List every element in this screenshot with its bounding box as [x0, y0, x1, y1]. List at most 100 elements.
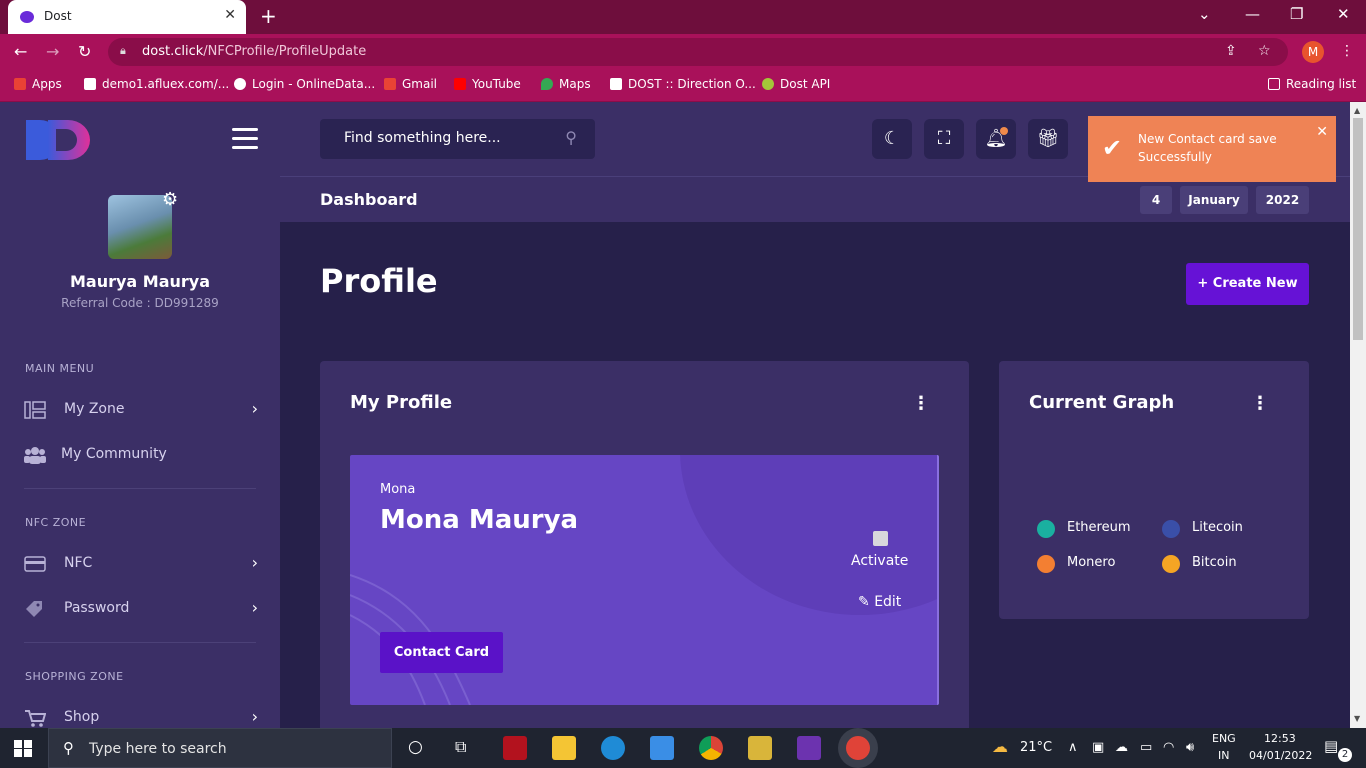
divider — [24, 488, 256, 489]
tab-search-chevron-icon[interactable]: ⌄ — [1198, 5, 1211, 23]
page-title: Profile — [320, 262, 438, 300]
close-icon[interactable]: ✕ — [1316, 124, 1328, 140]
gift-button[interactable]: 🎁︎ — [1028, 119, 1068, 159]
scrollbar-thumb[interactable] — [1353, 118, 1363, 340]
minimize-icon[interactable]: — — [1245, 5, 1260, 23]
users-icon — [24, 447, 46, 464]
bookmark-onlinedata[interactable]: Login - OnlineData... — [234, 77, 375, 91]
gear-icon[interactable]: ⚙ — [162, 189, 178, 210]
sidebar-item-my-community[interactable]: My Community — [24, 444, 264, 468]
logo-icon[interactable] — [26, 120, 90, 160]
youtube-icon — [454, 78, 466, 90]
globe-icon — [234, 78, 246, 90]
cart-icon — [25, 710, 46, 727]
action-center-icon[interactable]: ▤ — [1324, 737, 1338, 755]
battery-icon[interactable]: ▭ — [1140, 740, 1152, 755]
bookmark-maps[interactable]: Maps — [541, 77, 591, 91]
weather-temp[interactable]: 21°C — [1020, 740, 1052, 755]
chrome-icon[interactable] — [699, 736, 723, 760]
scroll-down-icon[interactable]: ▼ — [1354, 714, 1360, 723]
cortana-icon[interactable]: ○ — [408, 737, 423, 757]
bookmark-gmail[interactable]: Gmail — [384, 77, 437, 91]
main-content: Profile + Create New My Profile ⋮ Mona M… — [280, 222, 1350, 741]
reading-list-icon — [1268, 78, 1280, 90]
share-icon[interactable]: ⇪ — [1225, 43, 1237, 59]
close-window-icon[interactable]: ✕ — [1337, 5, 1350, 23]
hamburger-menu-icon[interactable] — [232, 128, 258, 150]
bookmark-dost-api[interactable]: Dost API — [762, 77, 830, 91]
reading-list[interactable]: Reading list — [1268, 77, 1356, 91]
notifications-button[interactable]: 🔔︎ — [976, 119, 1016, 159]
bookmark-demo1[interactable]: demo1.afluex.com/... — [84, 77, 229, 91]
volume-icon[interactable]: 🔊︎ — [1186, 740, 1194, 755]
breadcrumb: Dashboard 4 January 2022 — [280, 176, 1366, 222]
language-bottom[interactable]: IN — [1218, 749, 1229, 762]
contact-card-button[interactable]: Contact Card — [380, 632, 503, 673]
create-new-button[interactable]: + Create New — [1186, 263, 1309, 305]
bookmark-star-icon[interactable]: ☆ — [1258, 43, 1271, 59]
lock-icon[interactable]: 🔒︎ — [120, 44, 126, 58]
language-top[interactable]: ENG — [1212, 732, 1236, 745]
mail-icon[interactable] — [650, 736, 674, 760]
activate-checkbox[interactable] — [873, 531, 888, 546]
page-scrollbar[interactable]: ▲ ▼ — [1350, 102, 1366, 728]
close-tab-icon[interactable]: ✕ — [224, 7, 236, 23]
url-bar[interactable]: 🔒︎ dost.click/NFCProfile/ProfileUpdate ⇪… — [108, 38, 1288, 66]
breadcrumb-title: Dashboard — [320, 190, 418, 209]
windows-start-icon[interactable] — [14, 740, 32, 757]
sidebar-item-label: Password — [64, 600, 130, 616]
current-graph-card: Current Graph ⋮ Ethereum Litecoin Monero… — [999, 361, 1309, 619]
reload-icon[interactable]: ↻ — [78, 42, 91, 61]
restore-icon[interactable]: ❐ — [1290, 5, 1303, 23]
apps-grid-icon — [14, 78, 26, 90]
section-shopping-zone: SHOPPING ZONE — [25, 670, 124, 683]
visual-studio-icon[interactable] — [797, 736, 821, 760]
task-view-icon[interactable]: ⧉ — [455, 737, 466, 757]
gmail-icon — [384, 78, 396, 90]
tag-icon — [26, 601, 42, 617]
search-icon[interactable]: ⚲ — [565, 128, 577, 147]
search-input[interactable]: Find something here... ⚲ — [320, 119, 595, 159]
scroll-up-icon[interactable]: ▲ — [1354, 106, 1360, 115]
new-tab-icon[interactable]: + — [260, 4, 277, 28]
edit-link[interactable]: ✎ Edit — [858, 594, 901, 610]
sidebar-item-nfc[interactable]: NFC › — [24, 553, 264, 577]
sidebar-item-my-zone[interactable]: My Zone › — [24, 399, 264, 423]
bookmark-apps[interactable]: Apps — [14, 77, 62, 91]
device-icon[interactable]: ▣ — [1092, 740, 1104, 755]
sql-tool-icon[interactable] — [748, 736, 772, 760]
clock-time[interactable]: 12:53 — [1264, 732, 1296, 745]
fullscreen-button[interactable]: ⛶ — [924, 119, 964, 159]
chevron-right-icon: › — [251, 707, 258, 726]
bookmark-youtube[interactable]: YouTube — [454, 77, 521, 91]
chevron-right-icon: › — [251, 553, 258, 572]
sidebar-item-password[interactable]: Password › — [24, 598, 264, 622]
chevron-up-icon[interactable]: ∧ — [1068, 740, 1078, 755]
edge-icon[interactable] — [601, 736, 625, 760]
search-icon: ⚲ — [63, 739, 74, 757]
browser-tab[interactable]: Dost ✕ — [8, 0, 246, 34]
taskbar-search-input[interactable]: ⚲ Type here to search — [48, 728, 392, 768]
back-icon[interactable]: ← — [14, 42, 27, 61]
toast-message: New Contact card save Successfully — [1138, 132, 1277, 164]
filezilla-icon[interactable] — [503, 736, 527, 760]
cloud-icon[interactable]: ☁ — [1115, 740, 1128, 755]
chrome-profile-icon[interactable] — [846, 736, 870, 760]
weather-icon: ☁ — [992, 737, 1008, 756]
decorative-circle — [680, 455, 937, 615]
profile-avatar[interactable]: M — [1302, 41, 1324, 63]
more-options-icon[interactable]: ⋮ — [912, 393, 930, 414]
forward-icon[interactable]: → — [46, 42, 59, 61]
date-day: 4 — [1140, 186, 1172, 214]
date-month: January — [1180, 186, 1248, 214]
card-title: My Profile — [350, 392, 453, 413]
dark-mode-button[interactable]: ☾ — [872, 119, 912, 159]
more-options-icon[interactable]: ⋮ — [1251, 393, 1269, 414]
file-explorer-icon[interactable] — [552, 736, 576, 760]
clock-date[interactable]: 04/01/2022 — [1249, 749, 1312, 762]
moon-icon: ☾ — [883, 128, 901, 149]
wifi-icon[interactable]: ◠ — [1163, 740, 1174, 755]
browser-menu-icon[interactable]: ⋮ — [1340, 43, 1354, 59]
layout-icon — [24, 401, 46, 419]
bookmark-dost[interactable]: DOST :: Direction O... — [610, 77, 756, 91]
